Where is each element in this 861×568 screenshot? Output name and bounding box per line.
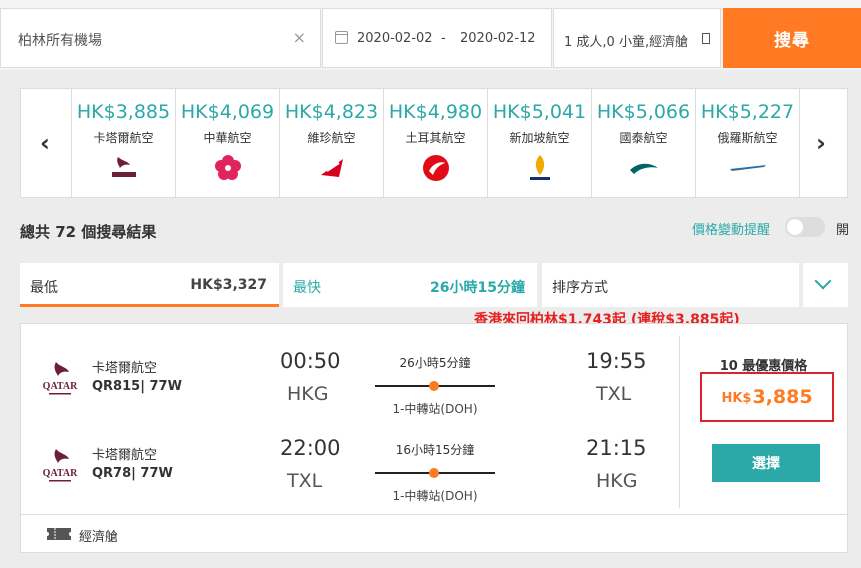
- airline-name: 卡塔爾航空: [93, 131, 154, 145]
- airline-price: HK$5,066: [596, 101, 691, 123]
- leg-flight-number: QR815| 77W: [92, 379, 182, 394]
- airline-card-singapore[interactable]: HK$5,041 新加坡航空: [487, 89, 591, 197]
- chevron-down-icon: [814, 272, 832, 290]
- search-button[interactable]: 搜尋: [723, 8, 861, 68]
- tab-fastest-value: 26小時15分鐘: [430, 280, 525, 296]
- ticket-icon: [47, 528, 71, 540]
- date-separator: -: [441, 31, 446, 46]
- tab-sort-label: 排序方式: [552, 280, 608, 296]
- price-alert-toggle[interactable]: [785, 217, 825, 237]
- tab-fastest-label: 最快: [293, 280, 321, 296]
- flight-result-card: QATAR 卡塔爾航空 QR815| 77W 00:50 HKG 26小時5分鐘…: [20, 323, 848, 553]
- airline-price: HK$4,823: [284, 101, 379, 123]
- toggle-label: 開: [836, 223, 850, 238]
- airline-card-qatar[interactable]: HK$3,885 卡塔爾航空: [71, 89, 175, 197]
- stops-info: 1-中轉站(DOH): [392, 402, 478, 416]
- airline-name: 俄羅斯航空: [717, 131, 778, 145]
- arrival-airport: HKG: [596, 470, 638, 492]
- turkish-logo-icon: [406, 153, 466, 183]
- airline-name: 維珍航空: [307, 131, 356, 145]
- route-line: [375, 381, 495, 391]
- qatar-logo-icon: [94, 153, 154, 183]
- search-bar: 柏林所有機場 × 2020-02-02 - 2020-02-12 1 成人,0 …: [0, 0, 861, 70]
- price-column: 10 最優惠價格 HK$ 3,885 選擇: [679, 336, 847, 508]
- qatar-logo-icon: QATAR: [43, 449, 78, 482]
- aeroflot-logo-icon: [718, 153, 778, 183]
- airline-price: HK$4,980: [388, 101, 483, 123]
- flight-duration: 26小時5分鐘: [399, 356, 471, 370]
- tab-lowest[interactable]: 最低 HK$3,327: [20, 263, 279, 307]
- price-amount: 3,885: [752, 386, 813, 408]
- tab-lowest-label: 最低: [30, 280, 58, 296]
- departure-airport: HKG: [287, 383, 329, 405]
- tab-lowest-value: HK$3,327: [190, 277, 267, 293]
- svg-text:QATAR: QATAR: [43, 381, 78, 392]
- flight-duration: 16小時15分鐘: [395, 443, 475, 457]
- calendar-icon: [335, 31, 348, 44]
- arrival-time: 21:15: [586, 436, 647, 460]
- tab-fastest[interactable]: 最快 26小時15分鐘: [283, 263, 537, 307]
- airline-card-virgin[interactable]: HK$4,823 維珍航空: [279, 89, 383, 197]
- airline-name: 土耳其航空: [405, 131, 466, 145]
- stop-dot: [429, 381, 439, 391]
- outbound-leg: QATAR 卡塔爾航空 QR815| 77W 00:50 HKG 26小時5分鐘…: [21, 342, 681, 426]
- leg-flight-number: QR78| 77W: [92, 466, 173, 481]
- airline-card-turkish[interactable]: HK$4,980 土耳其航空: [383, 89, 487, 197]
- cathay-logo-icon: [614, 153, 674, 183]
- airline-price: HK$5,041: [492, 101, 587, 123]
- virgin-logo-icon: [302, 153, 362, 183]
- airline-price: HK$3,885: [76, 101, 171, 123]
- return-date: 2020-02-12: [460, 31, 536, 46]
- tab-sort[interactable]: 排序方式: [542, 263, 799, 307]
- arrival-airport: TXL: [596, 383, 632, 405]
- cabin-class: 經濟艙: [79, 530, 119, 545]
- price-alert-label[interactable]: 價格變動提醒: [692, 219, 770, 238]
- price-display: HK$ 3,885: [700, 372, 834, 422]
- airline-name: 國泰航空: [619, 131, 668, 145]
- destination-field[interactable]: 柏林所有機場 ×: [0, 8, 321, 68]
- stop-dot: [429, 468, 439, 478]
- svg-text:QATAR: QATAR: [43, 468, 78, 479]
- qatar-logo-icon: QATAR: [43, 362, 78, 395]
- stops-info: 1-中轉站(DOH): [392, 489, 478, 503]
- expand-sort-button[interactable]: [803, 263, 848, 307]
- route-line: [375, 468, 495, 478]
- destination-text: 柏林所有機場: [18, 33, 102, 49]
- plum-blossom-icon: [198, 153, 258, 183]
- carousel-divider: [799, 89, 800, 197]
- chevron-left-icon[interactable]: ‹: [35, 131, 55, 155]
- airline-name: 中華航空: [203, 131, 252, 145]
- depart-date: 2020-02-02: [357, 31, 433, 46]
- airline-carousel: ‹ HK$3,885 卡塔爾航空 HK$4,069 中華航空 HK$4,823: [20, 88, 848, 198]
- arrival-time: 19:55: [586, 349, 647, 373]
- return-leg: QATAR 卡塔爾航空 QR78| 77W 22:00 TXL 16小時15分鐘…: [21, 429, 681, 513]
- departure-airport: TXL: [287, 470, 323, 492]
- close-icon[interactable]: ×: [293, 28, 306, 47]
- passenger-selector[interactable]: 1 成人,0 小童,經濟艙: [553, 8, 721, 68]
- date-range-field[interactable]: 2020-02-02 - 2020-02-12: [322, 8, 552, 68]
- airline-card-aeroflot[interactable]: HK$5,227 俄羅斯航空: [695, 89, 799, 197]
- leg-airline: 卡塔爾航空: [92, 448, 158, 463]
- chevron-right-icon[interactable]: ›: [811, 131, 831, 155]
- toggle-knob: [787, 219, 803, 235]
- cabin-row: 經濟艙: [21, 514, 847, 552]
- airline-name: 新加坡航空: [509, 131, 570, 145]
- departure-time: 00:50: [280, 349, 341, 373]
- airline-price: HK$5,227: [700, 101, 795, 123]
- passenger-dropdown-icon: [702, 33, 710, 44]
- passenger-text: 1 成人,0 小童,經濟艙: [564, 35, 689, 50]
- select-button[interactable]: 選擇: [712, 444, 820, 482]
- price-currency: HK$: [721, 391, 752, 406]
- results-count: 總共 72 個搜尋結果: [20, 223, 157, 241]
- airline-price: HK$4,069: [180, 101, 275, 123]
- leg-airline: 卡塔爾航空: [92, 361, 158, 376]
- singapore-logo-icon: [510, 153, 570, 183]
- airline-card-cathay[interactable]: HK$5,066 國泰航空: [591, 89, 695, 197]
- airline-card-china-airlines[interactable]: HK$4,069 中華航空: [175, 89, 279, 197]
- departure-time: 22:00: [280, 436, 341, 460]
